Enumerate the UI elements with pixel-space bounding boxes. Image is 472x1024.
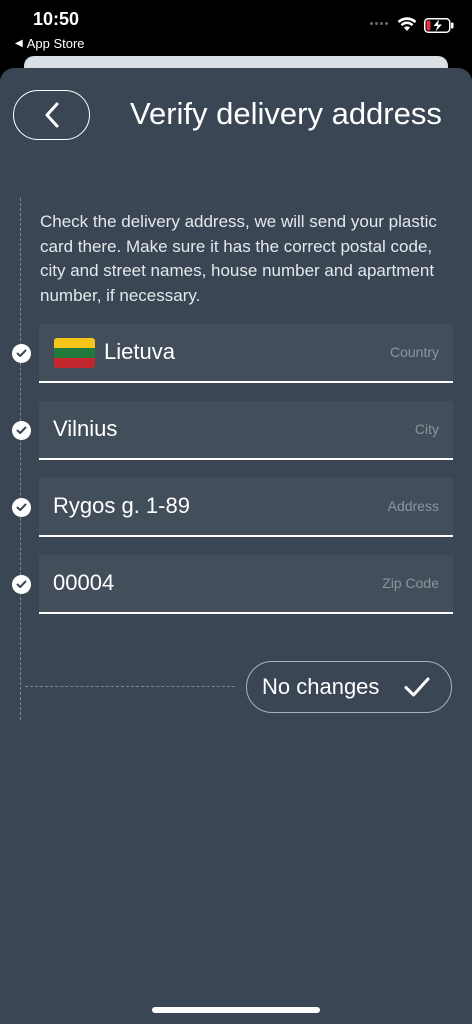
city-value: Vilnius: [53, 416, 118, 441]
country-value: Lietuva: [104, 339, 175, 364]
back-to-app-label: App Store: [26, 36, 85, 51]
address-field[interactable]: Rygos g. 1-89 Address: [39, 478, 453, 537]
status-bar: 10:50 ◀ App Store: [0, 0, 472, 60]
status-time: 10:50: [33, 9, 80, 29]
wifi-icon: [397, 17, 417, 31]
zip-code-field[interactable]: 00004 Zip Code: [39, 555, 453, 614]
no-changes-button[interactable]: No changes: [246, 661, 452, 713]
city-label: City: [414, 421, 439, 437]
zip-code-check-icon: [12, 575, 31, 594]
cellular-signal-icon: [370, 22, 392, 26]
country-check-icon: [12, 344, 31, 363]
zip-code-value: 00004: [53, 570, 115, 595]
timeline-connector: [25, 686, 235, 687]
address-check-icon: [12, 498, 31, 517]
checkmark-icon: [404, 677, 430, 697]
home-indicator[interactable]: [152, 1007, 320, 1013]
city-check-icon: [12, 421, 31, 440]
address-value: Rygos g. 1-89: [53, 493, 190, 518]
country-field[interactable]: Lietuva Country: [39, 324, 453, 383]
page-title: Verify delivery address: [130, 96, 442, 131]
back-to-app-link[interactable]: ◀ App Store: [15, 36, 85, 51]
battery-charging-icon: [424, 18, 454, 33]
zip-code-label: Zip Code: [382, 575, 439, 591]
city-field[interactable]: Vilnius City: [39, 401, 453, 460]
chevron-left-icon: [45, 102, 58, 128]
lithuania-flag-icon: [54, 338, 95, 368]
timeline-line: [20, 198, 21, 720]
no-changes-label: No changes: [262, 674, 380, 699]
back-button[interactable]: [13, 90, 90, 140]
country-label: Country: [389, 344, 439, 360]
instructions-text: Check the delivery address, we will send…: [40, 212, 437, 305]
back-triangle-icon: ◀: [15, 38, 23, 49]
address-label: Address: [387, 498, 439, 514]
